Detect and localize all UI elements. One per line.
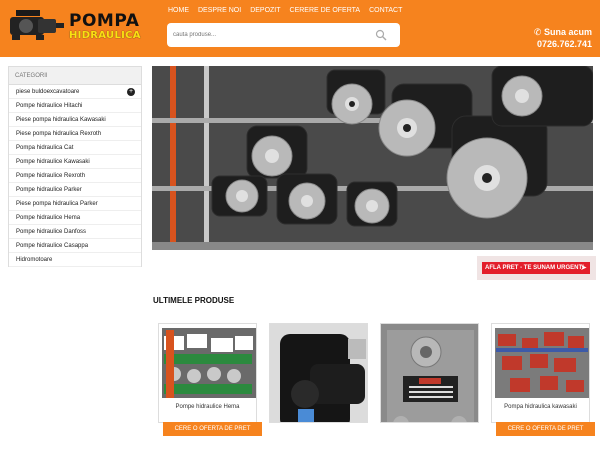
sidebar-item-pompe-hema[interactable]: Pompe hidraulice Hema [9,211,141,225]
request-price-button[interactable]: AFLA PRET - TE SUNAM URGENT! ➤ [482,262,590,274]
sidebar-item-piese-parker[interactable]: Piese pompa hidraulica Parker [9,197,141,211]
sidebar-item-piese-buldoexcavatoare[interactable]: piese buldoexcavatoare + [9,85,141,99]
product-image[interactable] [380,323,479,423]
rexroth-pump-image [381,324,478,422]
categories-title: CATEGORII [9,67,141,85]
sidebar-item-piese-kawasaki[interactable]: Piese pompa hidraulica Kawasaki [9,113,141,127]
hero-slider[interactable] [152,66,593,250]
request-offer-button[interactable]: CERE O OFERTA DE PRET [163,422,262,436]
product-name[interactable]: Pompe hidraulice Hema [158,404,257,410]
nav-contact[interactable]: CONTACT [369,7,402,14]
pump-icon [10,10,64,40]
header: POMPA HIDRAULICA HOME DESPRE NOI DEPOZIT… [0,0,600,57]
pump-closeup-image [270,324,367,422]
phone-number[interactable]: 0726.762.741 [534,39,592,49]
search-icon[interactable] [375,29,387,41]
sidebar-item-pompa-cat[interactable]: Pompa hidraulica Cat [9,141,141,155]
product-name[interactable]: Pompa hidraulica kawasaki [491,404,590,410]
sidebar-item-pompe-parker[interactable]: Pompe hidraulice Parker [9,183,141,197]
sidebar-item-label: piese buldoexcavatoare [16,89,80,95]
sidebar-item-pompe-hitachi[interactable]: Pompe hidraulice Hitachi [9,99,141,113]
sidebar-item-pompe-rexroth[interactable]: Pompe hidraulice Rexroth [9,169,141,183]
sidebar-item-piese-rexroth[interactable]: Piese pompa hidraulica Rexroth [9,127,141,141]
brand-name: POMPA [69,11,140,31]
call-now-title: ✆ Suna acum [534,27,592,38]
product-card[interactable] [380,323,479,450]
hydraulic-pumps-shelf-image [152,66,593,250]
sidebar-item-pompe-casappa[interactable]: Pompe hidraulice Casappa [9,239,141,253]
logo[interactable]: POMPA HIDRAULICA [8,8,141,42]
call-now[interactable]: ✆ Suna acum 0726.762.741 [534,27,592,49]
nav-depozit[interactable]: DEPOZIT [250,7,280,14]
latest-products-title: ULTIMELE PRODUSE [153,296,235,305]
phone-icon: ✆ [533,27,542,37]
expand-icon[interactable]: + [127,88,135,96]
sidebar-item-hidromotoare[interactable]: Hidromotoare [9,253,141,267]
main-nav: HOME DESPRE NOI DEPOZIT CERERE DE OFERTA… [168,7,411,14]
product-card[interactable]: Pompa hidraulica kawasaki CERE O OFERTA … [491,323,595,450]
request-price-label: AFLA PRET - TE SUNAM URGENT! [485,265,585,271]
categories-sidebar: CATEGORII piese buldoexcavatoare + Pompe… [8,66,142,267]
sidebar-item-pompe-danfoss[interactable]: Pompe hidraulice Danfoss [9,225,141,239]
nav-home[interactable]: HOME [168,7,189,14]
cursor-icon: ➤ [580,263,587,272]
product-image[interactable] [269,323,368,423]
sidebar-item-pompe-kawasaki[interactable]: Pompe hidraulice Kawasaki [9,155,141,169]
nav-despre-noi[interactable]: DESPRE NOI [198,7,241,14]
search-input[interactable] [173,29,363,41]
brand-subtitle: HIDRAULICA [69,30,141,41]
search-box [167,23,400,47]
product-card[interactable] [269,323,368,450]
call-now-label: Suna acum [543,27,592,37]
nav-cerere-oferta[interactable]: CERERE DE OFERTA [290,7,361,14]
request-offer-button[interactable]: CERE O OFERTA DE PRET [496,422,595,436]
cta-banner: AFLA PRET - TE SUNAM URGENT! ➤ [477,256,596,280]
product-card[interactable]: Pompe hidraulice Hema CERE O OFERTA DE P… [158,323,262,450]
